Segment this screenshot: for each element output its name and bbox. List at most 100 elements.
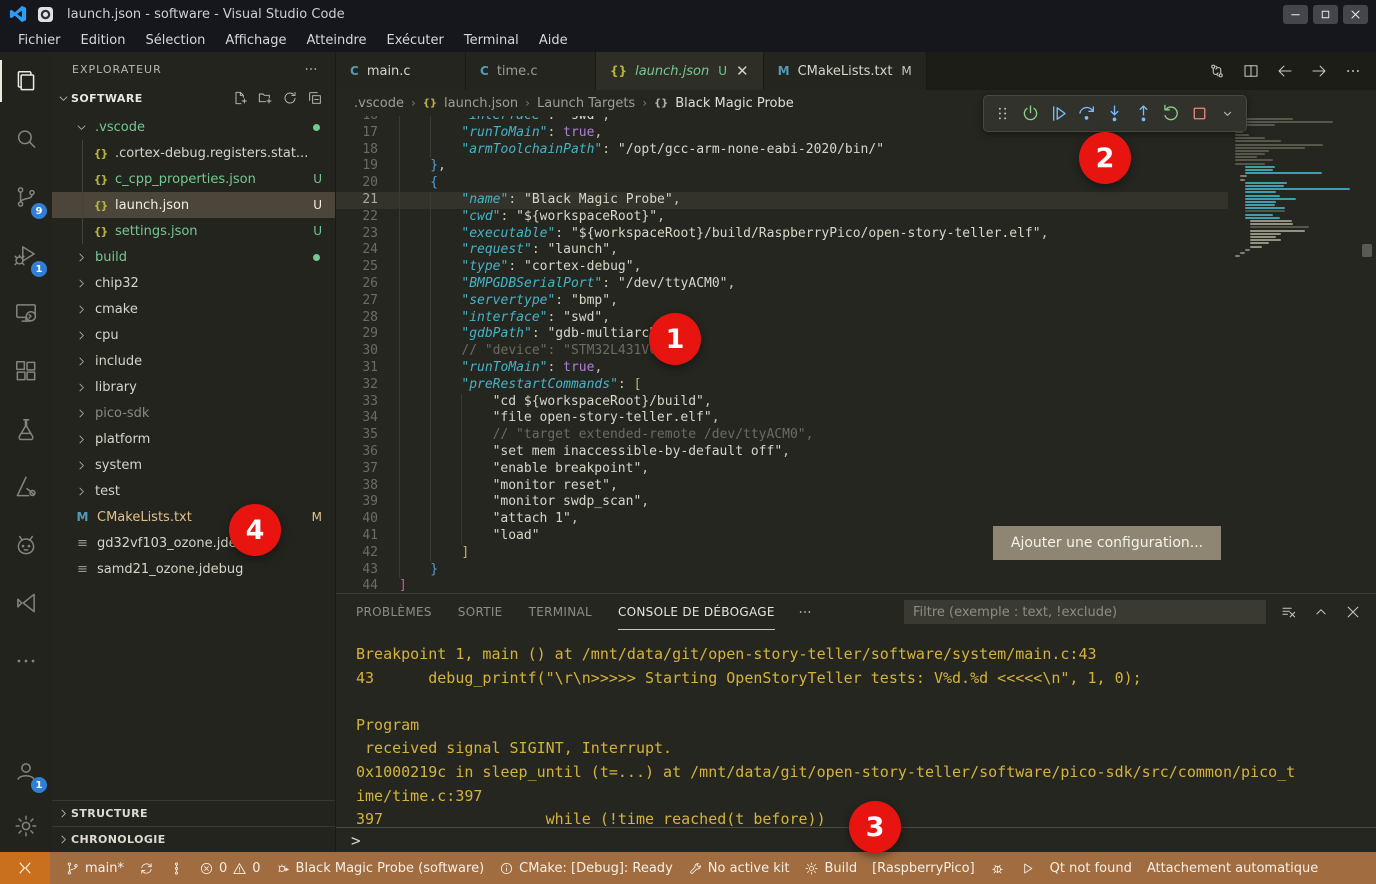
filter-results-icon[interactable] <box>1280 603 1298 621</box>
panel-tab-terminal[interactable]: TERMINAL <box>529 594 592 630</box>
activity-platformio[interactable] <box>0 516 52 574</box>
status-active-kit[interactable]: No active kit <box>688 861 790 876</box>
line-number[interactable]: 37 <box>336 461 378 478</box>
menu-ex-cuter[interactable]: Exécuter <box>377 31 454 50</box>
stop-button[interactable] <box>1186 100 1213 128</box>
line-number[interactable]: 44 <box>336 578 378 593</box>
line-number[interactable]: 38 <box>336 478 378 495</box>
line-number[interactable]: 20 <box>336 175 378 192</box>
line-number[interactable]: 32 <box>336 377 378 394</box>
line-number[interactable]: 18 <box>336 142 378 159</box>
activity-search[interactable] <box>0 110 52 168</box>
line-number[interactable]: 21 <box>336 192 378 209</box>
tree-item-c-cpp-properties-json[interactable]: {}c_cpp_properties.jsonU <box>52 166 335 192</box>
step-out-button[interactable] <box>1130 100 1157 128</box>
menu-aide[interactable]: Aide <box>529 31 578 50</box>
activity-visual-studio[interactable] <box>0 574 52 632</box>
line-number[interactable]: 30 <box>336 343 378 360</box>
menu-atteindre[interactable]: Atteindre <box>296 31 376 50</box>
status-git-branch[interactable]: main* <box>65 861 124 876</box>
status-launch-target[interactable]: [RaspberryPico] <box>872 861 975 876</box>
split-editor-icon[interactable] <box>1242 62 1260 80</box>
sidebar-more-actions-icon[interactable] <box>303 61 319 77</box>
minimap[interactable] <box>1229 118 1353 593</box>
line-number[interactable]: 40 <box>336 511 378 528</box>
status-source-control-graph[interactable] <box>169 861 184 876</box>
more-debug-actions-button[interactable] <box>1214 100 1241 128</box>
line-number[interactable]: 16 <box>336 116 378 125</box>
debug-console-input[interactable]: > <box>336 827 1376 852</box>
line-number[interactable]: 26 <box>336 276 378 293</box>
line-number[interactable]: 39 <box>336 494 378 511</box>
activity-accounts[interactable]: 1 <box>0 742 52 800</box>
tree-item-test[interactable]: test <box>52 478 335 504</box>
code-editor[interactable]: 16"interface": "swd",17"runToMain": true… <box>336 116 1376 593</box>
activity-testing[interactable] <box>0 400 52 458</box>
tab-main-c[interactable]: C main.c <box>336 52 466 90</box>
tree-item-vscode[interactable]: .vscode <box>52 114 335 140</box>
line-number[interactable]: 23 <box>336 226 378 243</box>
maximize-button[interactable] <box>1313 5 1338 24</box>
activity-remote-explorer[interactable] <box>0 284 52 342</box>
menu-fichier[interactable]: Fichier <box>8 31 71 50</box>
status-run-target[interactable] <box>1020 861 1035 876</box>
add-configuration-button[interactable]: Ajouter une configuration... <box>993 526 1221 560</box>
tree-item-include[interactable]: include <box>52 348 335 374</box>
line-number[interactable]: 42 <box>336 545 378 562</box>
line-number[interactable]: 34 <box>336 410 378 427</box>
tab-launch-json[interactable]: {} launch.json U ✕ <box>596 52 764 90</box>
sidebar-section-structure[interactable]: STRUCTURE <box>52 800 335 826</box>
debug-console-output[interactable]: Breakpoint 1, main () at /mnt/data/git/o… <box>336 630 1376 827</box>
status-auto-attach[interactable]: Attachement automatique <box>1147 861 1318 876</box>
status-sync[interactable] <box>139 861 154 876</box>
tree-item-samd21-ozone-jdebug[interactable]: ≡samd21_ozone.jdebug <box>52 556 335 582</box>
activity-source-control[interactable]: 9 <box>0 168 52 226</box>
tab-time-c[interactable]: C time.c <box>466 52 596 90</box>
line-number[interactable]: 33 <box>336 394 378 411</box>
activity-cmake-tools[interactable] <box>0 458 52 516</box>
status-qt-status[interactable]: Qt not found <box>1050 861 1132 876</box>
line-number[interactable]: 27 <box>336 293 378 310</box>
breadcrumb-item-vscode[interactable]: .vscode <box>354 96 404 111</box>
tree-item-system[interactable]: system <box>52 452 335 478</box>
maximize-panel-icon[interactable] <box>1312 603 1330 621</box>
workspace-section-header[interactable]: SOFTWARE <box>52 86 335 110</box>
line-number[interactable]: 28 <box>336 310 378 327</box>
close-tab-icon[interactable]: ✕ <box>736 64 749 79</box>
remote-indicator[interactable] <box>0 852 50 884</box>
collapse-folders-icon[interactable] <box>307 90 323 106</box>
breadcrumb-item-black-magic-probe[interactable]: Black Magic Probe <box>675 96 794 111</box>
menu-affichage[interactable]: Affichage <box>215 31 296 50</box>
tree-item-gd32vf103-ozone-jdebug[interactable]: ≡gd32vf103_ozone.jdebug <box>52 530 335 556</box>
tree-item-cmake[interactable]: cmake <box>52 296 335 322</box>
line-number[interactable]: 31 <box>336 360 378 377</box>
line-number[interactable]: 36 <box>336 444 378 461</box>
restart-button[interactable] <box>1158 100 1185 128</box>
line-number[interactable]: 24 <box>336 242 378 259</box>
line-number[interactable]: 35 <box>336 427 378 444</box>
more-actions-icon[interactable] <box>1344 62 1362 80</box>
tree-item-settings-json[interactable]: {}settings.jsonU <box>52 218 335 244</box>
continue-button[interactable] <box>1045 100 1072 128</box>
menu-terminal[interactable]: Terminal <box>454 31 529 50</box>
breadcrumb-item-launch-targets[interactable]: Launch Targets <box>537 96 635 111</box>
step-into-button[interactable] <box>1101 100 1128 128</box>
status-cmake-status[interactable]: CMake: [Debug]: Ready <box>499 861 673 876</box>
line-number[interactable]: 41 <box>336 528 378 545</box>
status-debug-target[interactable] <box>990 861 1005 876</box>
line-number[interactable]: 22 <box>336 209 378 226</box>
tree-item-build[interactable]: build <box>52 244 335 270</box>
menu-s-lection[interactable]: Sélection <box>135 31 215 50</box>
tree-item-launch-json[interactable]: {}launch.jsonU <box>52 192 335 218</box>
tree-item-chip32[interactable]: chip32 <box>52 270 335 296</box>
line-number[interactable]: 43 <box>336 562 378 579</box>
step-over-button[interactable] <box>1073 100 1100 128</box>
line-number[interactable]: 19 <box>336 158 378 175</box>
tree-item-cpu[interactable]: cpu <box>52 322 335 348</box>
panel-more-tabs-icon[interactable] <box>797 604 813 620</box>
tree-item-cortex-debug-registers-stat[interactable]: {}.cortex-debug.registers.stat... <box>52 140 335 166</box>
line-number[interactable]: 29 <box>336 326 378 343</box>
tree-item-pico-sdk[interactable]: pico-sdk <box>52 400 335 426</box>
tree-item-platform[interactable]: platform <box>52 426 335 452</box>
new-file-icon[interactable] <box>232 90 248 106</box>
